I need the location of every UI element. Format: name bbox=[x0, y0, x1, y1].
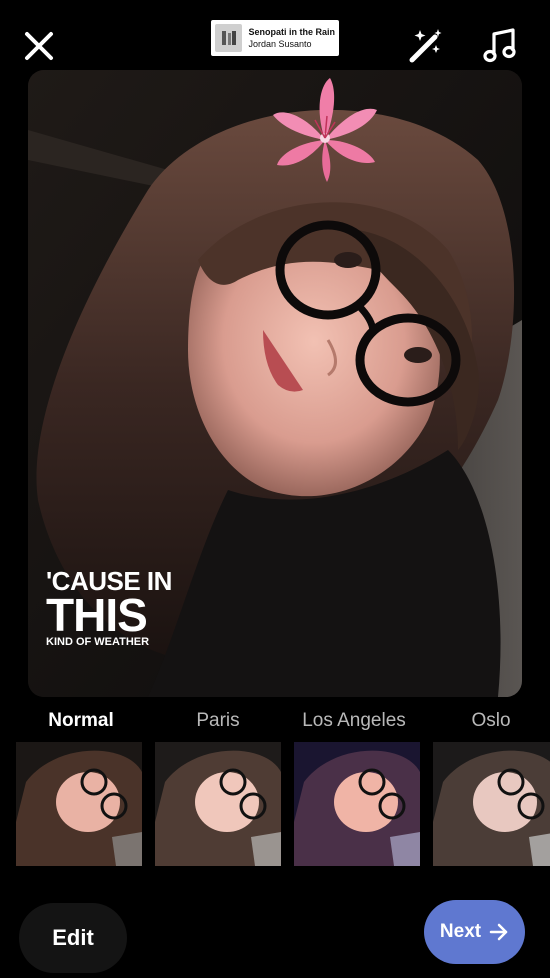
story-editor: Senopati in the Rain Jordan Susanto 'CAU… bbox=[0, 0, 550, 978]
filter-thumb-normal[interactable] bbox=[16, 742, 142, 866]
filter-label-normal[interactable]: Normal bbox=[48, 710, 113, 732]
filter-thumb-paris[interactable] bbox=[155, 742, 281, 866]
filter-label-oslo[interactable]: Oslo bbox=[471, 710, 510, 732]
edit-button[interactable]: Edit bbox=[19, 903, 127, 973]
filter-labels: Normal Paris Los Angeles Oslo bbox=[0, 710, 550, 738]
lyrics-sticker[interactable]: 'CAUSE IN THIS KIND OF WEATHER bbox=[46, 568, 172, 648]
filter-label-paris[interactable]: Paris bbox=[196, 710, 239, 732]
filter-label-los-angeles[interactable]: Los Angeles bbox=[302, 710, 406, 732]
filter-thumb-los-angeles[interactable] bbox=[294, 742, 420, 866]
story-photo[interactable]: 'CAUSE IN THIS KIND OF WEATHER bbox=[28, 70, 522, 697]
edit-button-label: Edit bbox=[52, 925, 94, 950]
arrow-right-icon bbox=[489, 923, 509, 941]
artist-name: Jordan Susanto bbox=[248, 39, 312, 49]
close-button[interactable] bbox=[20, 27, 58, 65]
album-art bbox=[215, 24, 243, 52]
music-button[interactable] bbox=[482, 27, 518, 65]
song-title: Senopati in the Rain bbox=[248, 27, 335, 37]
filter-thumb-oslo[interactable] bbox=[433, 742, 550, 866]
music-sticker[interactable]: Senopati in the Rain Jordan Susanto bbox=[211, 20, 339, 56]
close-icon bbox=[25, 32, 53, 60]
next-button-label: Next bbox=[439, 921, 482, 942]
music-note-icon bbox=[483, 28, 516, 63]
magic-wand-icon bbox=[409, 29, 442, 63]
lyrics-line-2: THIS bbox=[46, 589, 148, 641]
next-button[interactable]: Next bbox=[424, 900, 525, 964]
effects-button[interactable] bbox=[406, 27, 444, 65]
lyrics-line-3: KIND OF WEATHER bbox=[46, 636, 150, 648]
